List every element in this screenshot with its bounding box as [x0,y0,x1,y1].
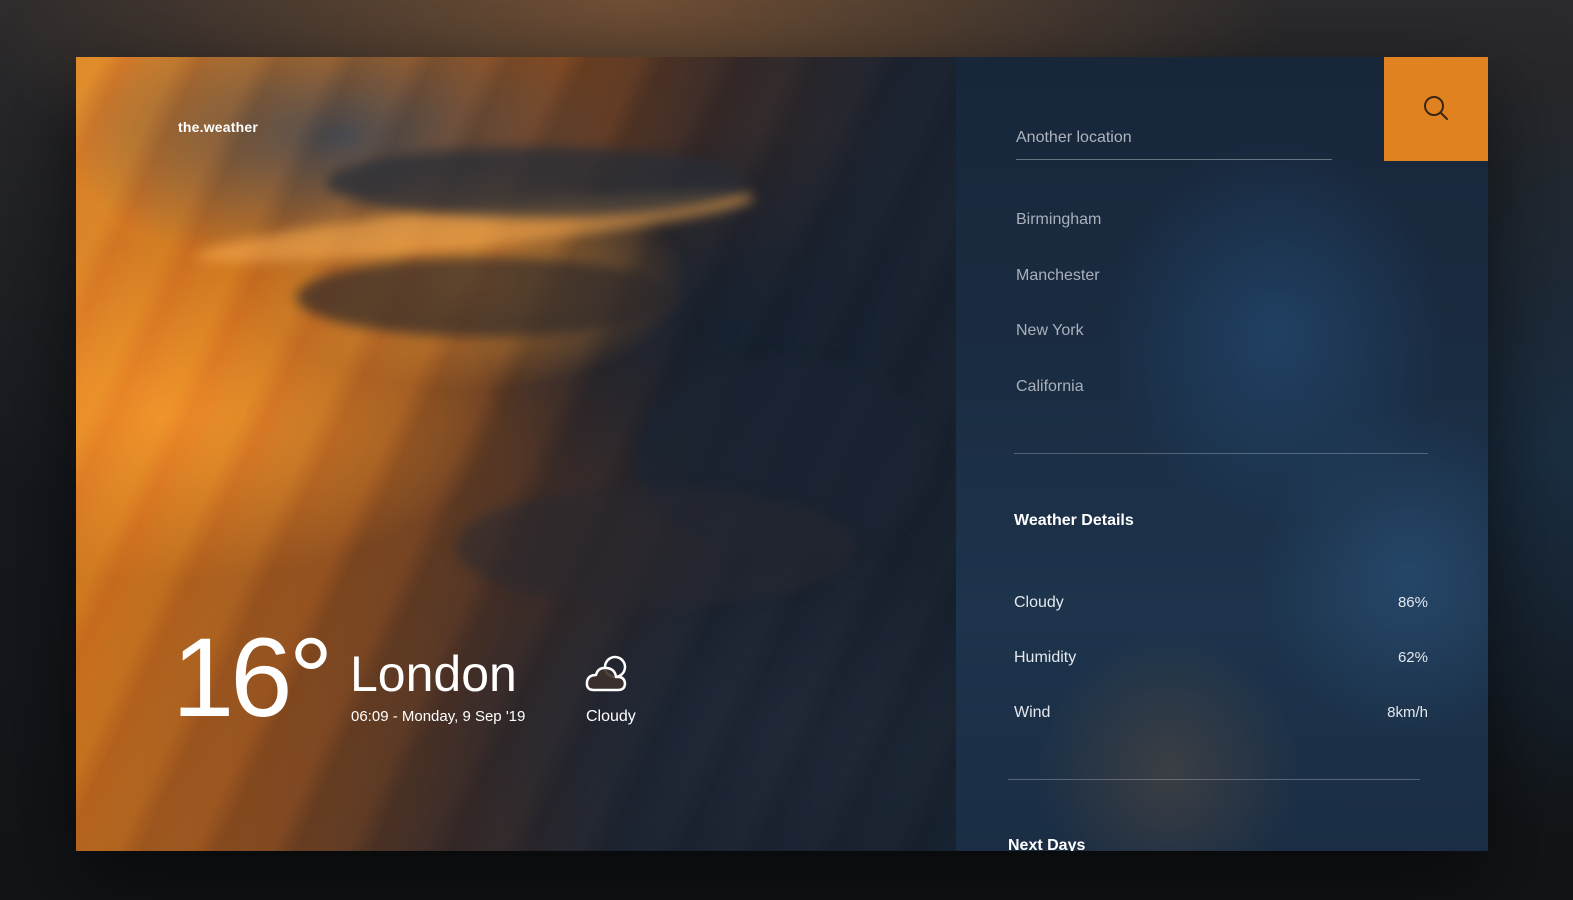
location-item-manchester[interactable]: Manchester [1016,261,1101,317]
search-button[interactable] [1384,57,1488,161]
location-item-new-york[interactable]: New York [1016,316,1101,372]
divider [1008,779,1420,780]
detail-value: 86% [1397,594,1428,611]
detail-row-wind: Wind 8km/h [1014,704,1428,722]
cloud-streak [456,487,856,607]
brand-logo: the.weather [178,119,258,135]
cloud-streak [296,257,676,337]
detail-value: 8km/h [1387,704,1428,721]
detail-value: 62% [1397,649,1428,666]
side-panel: Birmingham Manchester New York Californi… [956,57,1488,851]
detail-label: Wind [1014,704,1051,721]
date-time: 06:09 - Monday, 9 Sep '19 [351,708,526,725]
location-item-california[interactable]: California [1016,372,1101,428]
city-name: London [350,646,517,702]
weather-app: the.weather 16° London 06:09 - Monday, 9… [76,57,1488,851]
location-search-input[interactable] [1016,125,1332,160]
detail-label: Humidity [1014,649,1077,666]
search-icon [1422,94,1450,125]
detail-row-cloudy: Cloudy 86% [1014,594,1428,612]
temperature: 16° [172,615,333,740]
divider [1014,453,1428,454]
cloud-sun-icon [584,652,634,696]
cloud-streak [326,147,746,217]
hero-background: the.weather 16° London 06:09 - Monday, 9… [76,57,956,851]
location-list: Birmingham Manchester New York Californi… [1016,205,1101,427]
detail-row-humidity: Humidity 62% [1014,649,1428,667]
location-item-birmingham[interactable]: Birmingham [1016,205,1101,261]
condition-label: Cloudy [586,708,636,725]
next-days-title: Next Days [1008,837,1086,851]
weather-details-title: Weather Details [1014,512,1134,529]
detail-label: Cloudy [1014,594,1064,611]
